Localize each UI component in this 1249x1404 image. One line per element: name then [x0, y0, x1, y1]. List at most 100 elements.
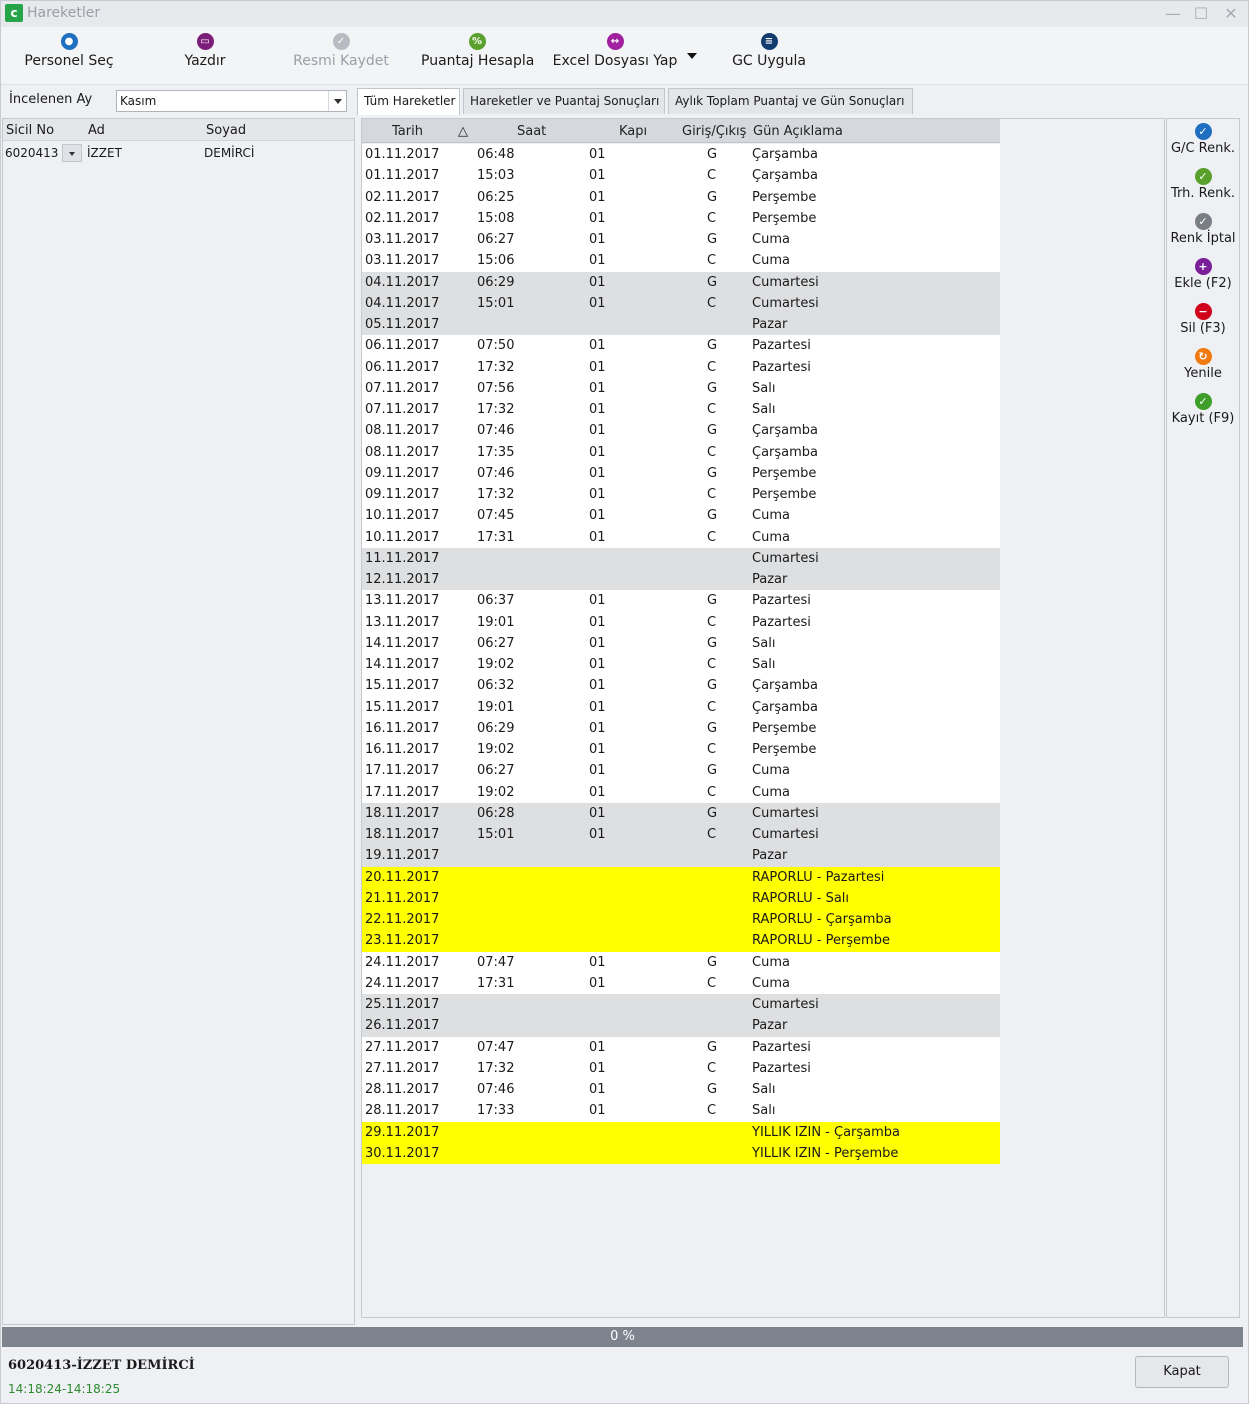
grid-row[interactable]: 21.11.2017 RAPORLU - Salı — [362, 887, 1000, 909]
grid-row[interactable]: 03.11.2017 15:06 01 C Cuma — [362, 250, 1000, 272]
grid-row[interactable]: 07.11.2017 17:32 01 C Salı — [362, 399, 1000, 421]
cell-description: Salı — [752, 1082, 776, 1097]
grid-row[interactable]: 02.11.2017 15:08 01 C Perşembe — [362, 207, 1000, 229]
add-button[interactable]: + Ekle (F2) — [1167, 258, 1239, 300]
grid-row[interactable]: 13.11.2017 19:01 01 C Pazartesi — [362, 611, 1000, 633]
grid-row[interactable]: 15.11.2017 06:32 01 G Çarşamba — [362, 675, 1000, 697]
header-tarih[interactable]: Tarih — [392, 124, 423, 139]
header-sicil-no[interactable]: Sicil No — [6, 123, 54, 138]
cell-date: 11.11.2017 — [365, 550, 440, 566]
grid-row[interactable]: 20.11.2017 RAPORLU - Pazartesi — [362, 866, 1000, 888]
grid-row[interactable]: 05.11.2017 Pazar — [362, 314, 1000, 336]
grid-row[interactable]: 10.11.2017 07:45 01 G Cuma — [362, 505, 1000, 527]
cell-date: 24.11.2017 — [365, 975, 440, 991]
gc-uygula-button[interactable]: ≡ GC Uygula — [732, 33, 806, 77]
grid-row[interactable]: 28.11.2017 17:33 01 C Salı — [362, 1100, 1000, 1122]
tab-hareketler-puantaj[interactable]: Hareketler ve Puantaj Sonuçları — [463, 88, 665, 114]
cell-door: 01 — [589, 444, 606, 460]
grid-row[interactable]: 14.11.2017 06:27 01 G Salı — [362, 632, 1000, 654]
resmi-kaydet-button[interactable]: ✓ Resmi Kaydet — [293, 33, 389, 77]
grid-row[interactable]: 13.11.2017 06:37 01 G Pazartesi — [362, 590, 1000, 612]
cell-io: C — [707, 444, 717, 460]
grid-row[interactable]: 06.11.2017 17:32 01 C Pazartesi — [362, 356, 1000, 378]
grid-row[interactable]: 28.11.2017 07:46 01 G Salı — [362, 1079, 1000, 1101]
tab-aylik-toplam[interactable]: Aylık Toplam Puantaj ve Gün Sonuçları — [668, 88, 913, 114]
yazdir-button[interactable]: ▭ Yazdır — [181, 33, 229, 77]
save-check-button[interactable]: ✓ Kayıt (F9) — [1167, 393, 1239, 435]
personel-sec-label: Personel Seç — [24, 53, 114, 69]
header-giris-cikis[interactable]: Giriş/Çıkış — [682, 124, 746, 139]
grid-row[interactable]: 26.11.2017 Pazar — [362, 1015, 1000, 1037]
row-dropdown-icon[interactable] — [62, 144, 82, 162]
grid-row[interactable]: 06.11.2017 07:50 01 G Pazartesi — [362, 335, 1000, 357]
grid-row[interactable]: 27.11.2017 17:32 01 C Pazartesi — [362, 1057, 1000, 1079]
minimize-icon[interactable]: — — [1162, 4, 1184, 24]
grid-row[interactable]: 25.11.2017 Cumartesi — [362, 994, 1000, 1016]
grid-row[interactable]: 27.11.2017 07:47 01 G Pazartesi — [362, 1036, 1000, 1058]
grid-row[interactable]: 16.11.2017 06:29 01 G Perşembe — [362, 717, 1000, 739]
grid-row[interactable]: 10.11.2017 17:31 01 C Cuma — [362, 526, 1000, 548]
grid-row[interactable]: 08.11.2017 17:35 01 C Çarşamba — [362, 441, 1000, 463]
cell-date: 19.11.2017 — [365, 848, 440, 864]
cell-time: 07:46 — [477, 1082, 515, 1097]
cell-description: Çarşamba — [752, 147, 819, 162]
cell-description: Cumartesi — [752, 550, 819, 566]
maximize-icon[interactable]: ☐ — [1190, 4, 1212, 24]
header-saat[interactable]: Saat — [517, 124, 546, 139]
chevron-down-icon[interactable] — [328, 91, 346, 111]
grid-row[interactable]: 24.11.2017 07:47 01 G Cuma — [362, 951, 1000, 973]
grid-row[interactable]: 09.11.2017 07:46 01 G Perşembe — [362, 462, 1000, 484]
side-button-label: Yenile — [1184, 366, 1222, 381]
grid-row[interactable]: 18.11.2017 15:01 01 C Cumartesi — [362, 824, 1000, 846]
cell-description: Pazartesi — [752, 1060, 811, 1076]
grid-row[interactable]: 04.11.2017 15:01 01 C Cumartesi — [362, 292, 1000, 314]
tab-tum-hareketler[interactable]: Tüm Hareketler — [357, 88, 460, 115]
grid-row[interactable]: 17.11.2017 06:27 01 G Cuma — [362, 760, 1000, 782]
date-color-button[interactable]: ✓ Trh. Renk. — [1167, 168, 1239, 210]
cell-time: 07:47 — [477, 954, 515, 970]
header-kapi[interactable]: Kapı — [619, 124, 647, 139]
grid-row[interactable]: 04.11.2017 06:29 01 G Cumartesi — [362, 271, 1000, 293]
grid-row[interactable]: 01.11.2017 15:03 01 C Çarşamba — [362, 165, 1000, 187]
personel-sec-button[interactable]: ● Personel Seç — [21, 33, 117, 77]
month-select[interactable]: Kasım — [116, 90, 347, 112]
grid-row[interactable]: 18.11.2017 06:28 01 G Cumartesi — [362, 802, 1000, 824]
grid-row[interactable]: 03.11.2017 06:27 01 G Cuma — [362, 229, 1000, 251]
grid-row[interactable]: 22.11.2017 RAPORLU - Çarşamba — [362, 909, 1000, 931]
refresh-button[interactable]: ↻ Yenile — [1167, 348, 1239, 390]
cell-door: 01 — [589, 529, 606, 545]
grid-row[interactable]: 16.11.2017 19:02 01 C Perşembe — [362, 739, 1000, 761]
header-gun-aciklama[interactable]: Gün Açıklama — [753, 124, 843, 139]
cell-description: Çarşamba — [752, 678, 819, 694]
puantaj-hesapla-button[interactable]: % Puantaj Hesapla — [421, 33, 534, 77]
grid-row[interactable]: 07.11.2017 07:56 01 G Salı — [362, 377, 1000, 399]
grid-row[interactable]: 09.11.2017 17:32 01 C Perşembe — [362, 484, 1000, 506]
grid-row[interactable]: 23.11.2017 RAPORLU - Perşembe — [362, 930, 1000, 952]
delete-button[interactable]: − Sil (F3) — [1167, 303, 1239, 345]
grid-row[interactable]: 01.11.2017 06:48 01 G Çarşamba — [362, 144, 1000, 166]
grid-row[interactable]: 02.11.2017 06:25 01 G Perşembe — [362, 186, 1000, 208]
kapat-button[interactable]: Kapat — [1135, 1356, 1229, 1388]
cell-date: 01.11.2017 — [365, 147, 440, 162]
grid-row[interactable]: 30.11.2017 YILLIK IZIN - Perşembe — [362, 1142, 1000, 1164]
grid-row[interactable]: 12.11.2017 Pazar — [362, 569, 1000, 591]
grid-row[interactable]: 15.11.2017 19:01 01 C Çarşamba — [362, 696, 1000, 718]
grid-row[interactable]: 17.11.2017 19:02 01 C Cuma — [362, 781, 1000, 803]
header-ad[interactable]: Ad — [88, 123, 105, 138]
grid-row[interactable]: 24.11.2017 17:31 01 C Cuma — [362, 972, 1000, 994]
gc-color-button[interactable]: ✓ G/C Renk. — [1167, 123, 1239, 165]
cell-time: 07:46 — [477, 465, 515, 481]
excel-dosyasi-yap-button[interactable]: ↔ Excel Dosyası Yap — [552, 33, 678, 77]
close-icon[interactable]: ✕ — [1220, 4, 1242, 24]
grid-row[interactable]: 14.11.2017 19:02 01 C Salı — [362, 654, 1000, 676]
grid-row[interactable]: 11.11.2017 Cumartesi — [362, 547, 1000, 569]
header-soyad[interactable]: Soyad — [206, 123, 246, 138]
grid-row[interactable]: 29.11.2017 YILLIK IZIN - Çarşamba — [362, 1121, 1000, 1143]
personnel-row[interactable]: 6020413 İZZET DEMİRCİ — [3, 142, 354, 164]
grid-row[interactable]: 08.11.2017 07:46 01 G Çarşamba — [362, 420, 1000, 442]
color-cancel-button[interactable]: ✓ Renk İptal — [1167, 213, 1239, 255]
excel-dropdown-arrow-icon[interactable] — [687, 53, 697, 59]
cell-door: 01 — [589, 147, 606, 162]
grid-row[interactable]: 19.11.2017 Pazar — [362, 845, 1000, 867]
cell-time: 15:03 — [477, 168, 515, 184]
